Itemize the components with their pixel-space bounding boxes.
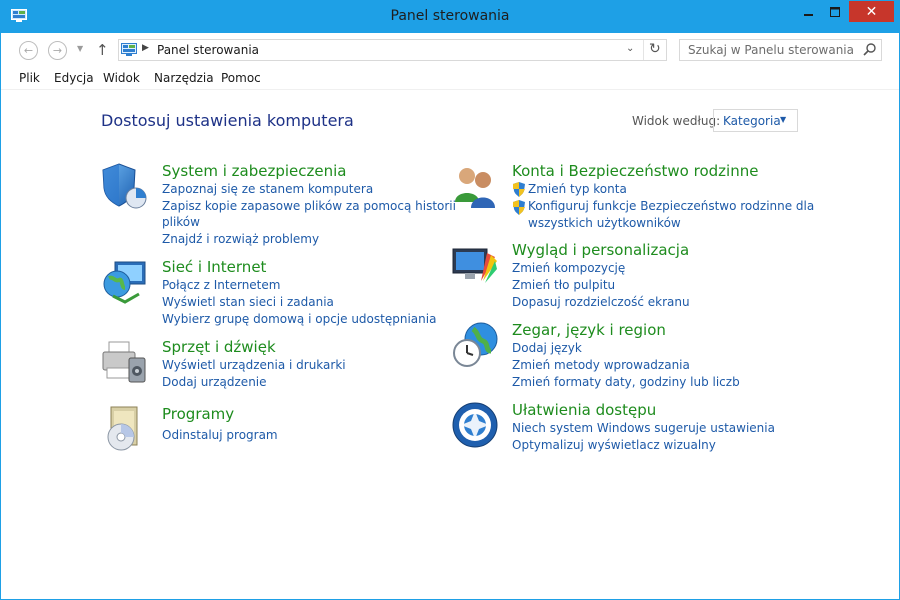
category-title[interactable]: Sprzęt i dźwięk xyxy=(162,338,276,356)
category-title[interactable]: Programy xyxy=(162,405,234,423)
category-link[interactable]: Wyświetl urządzenia i drukarki xyxy=(162,358,346,372)
category-link[interactable]: Optymalizuj wyświetlacz wizualny xyxy=(512,438,716,452)
category-link[interactable]: Zmień metody wprowadzania xyxy=(512,358,690,372)
address-bar[interactable]: ▶ Panel sterowania ⌄ ↻ xyxy=(118,39,667,61)
navigation-bar: ← → ▼ ↑ ▶ Panel sterowania ⌄ ↻ Szukaj w … xyxy=(1,33,899,67)
maximize-button[interactable] xyxy=(822,1,848,22)
printer-speaker-icon[interactable] xyxy=(101,338,149,386)
menu-bar: Plik Edycja Widok Narzędzia Pomoc xyxy=(1,67,899,90)
category-title[interactable]: Ułatwienia dostępu xyxy=(512,401,656,419)
category-link[interactable]: Wyświetl stan sieci i zadania xyxy=(162,295,334,309)
clock-globe-icon[interactable] xyxy=(451,321,499,369)
category-link[interactable]: Znajdź i rozwiąż problemy xyxy=(162,232,319,246)
category-link[interactable]: Zmień typ konta xyxy=(528,182,627,196)
search-input[interactable]: Szukaj w Panelu sterowania xyxy=(688,43,854,57)
page-title: Dostosuj ustawienia komputera xyxy=(101,111,354,130)
category-link[interactable]: Dodaj język xyxy=(512,341,582,355)
uac-shield-icon xyxy=(513,182,525,197)
category-link[interactable]: Zmień formaty daty, godziny lub liczb xyxy=(512,375,740,389)
category-link[interactable]: Zapisz kopie zapasowe plików za pomocą h… xyxy=(162,199,456,213)
control-panel-icon xyxy=(121,43,137,56)
users-icon[interactable] xyxy=(451,162,499,210)
uac-shield-icon xyxy=(513,200,525,215)
close-button[interactable]: ✕ xyxy=(849,1,894,22)
category-link[interactable]: Dopasuj rozdzielczość ekranu xyxy=(512,295,690,309)
category-link[interactable]: Zmień kompozycję xyxy=(512,261,625,275)
content-area: Dostosuj ustawienia komputera Widok wedł… xyxy=(1,90,899,599)
back-button[interactable]: ← xyxy=(19,41,38,60)
category-title[interactable]: Zegar, język i region xyxy=(512,321,666,339)
up-arrow-icon: ↑ xyxy=(96,41,109,59)
category-title[interactable]: Wygląd i personalizacja xyxy=(512,241,689,259)
category-link[interactable]: Odinstaluj program xyxy=(162,428,278,442)
recent-locations-dropdown[interactable]: ▼ xyxy=(77,44,83,53)
menu-help[interactable]: Pomoc xyxy=(221,71,261,85)
search-icon[interactable] xyxy=(863,42,877,56)
category-link[interactable]: Zapoznaj się ze stanem komputera xyxy=(162,182,373,196)
category-link[interactable]: Wybierz grupę domową i opcje udostępnian… xyxy=(162,312,436,326)
category-link[interactable]: plików xyxy=(162,215,200,229)
shield-icon[interactable] xyxy=(101,162,149,210)
close-icon: ✕ xyxy=(865,3,878,20)
forward-button[interactable]: → xyxy=(48,41,67,60)
title-bar[interactable]: Panel sterowania ✕ xyxy=(1,1,899,33)
view-by-dropdown[interactable]: Kategoria ▼ xyxy=(713,109,798,132)
forward-arrow-icon: → xyxy=(52,44,63,57)
category-title[interactable]: System i zabezpieczenia xyxy=(162,162,346,180)
monitor-palette-icon[interactable] xyxy=(451,241,499,289)
category-link[interactable]: Połącz z Internetem xyxy=(162,278,280,292)
programs-disc-icon[interactable] xyxy=(101,405,149,453)
menu-view[interactable]: Widok xyxy=(103,71,140,85)
view-by-label: Widok według: xyxy=(632,114,721,128)
refresh-icon[interactable]: ↻ xyxy=(649,41,661,57)
up-button[interactable]: ↑ xyxy=(96,41,109,59)
window-title: Panel sterowania xyxy=(390,8,510,24)
control-panel-window: Panel sterowania ✕ ← → ▼ ↑ ▶ Panel stero… xyxy=(0,0,900,600)
category-link[interactable]: Niech system Windows sugeruje ustawienia xyxy=(512,421,775,435)
network-globe-icon[interactable] xyxy=(101,258,149,306)
breadcrumb-path[interactable]: Panel sterowania xyxy=(157,43,259,57)
category-link[interactable]: wszystkich użytkowników xyxy=(528,216,681,230)
minimize-icon xyxy=(804,13,813,16)
menu-tools[interactable]: Narzędzia xyxy=(154,71,214,85)
category-link[interactable]: Zmień tło pulpitu xyxy=(512,278,615,292)
address-dropdown-icon[interactable]: ⌄ xyxy=(626,43,634,54)
address-divider xyxy=(643,40,644,60)
view-by-value[interactable]: Kategoria xyxy=(723,114,781,128)
category-link[interactable]: Konfiguruj funkcje Bezpieczeństwo rodzin… xyxy=(528,199,814,213)
breadcrumb-separator-icon[interactable]: ▶ xyxy=(142,43,149,53)
category-link[interactable]: Dodaj urządzenie xyxy=(162,375,267,389)
menu-file[interactable]: Plik xyxy=(19,71,40,85)
accessibility-icon[interactable] xyxy=(451,401,499,449)
minimize-button[interactable] xyxy=(796,1,822,22)
maximize-icon xyxy=(830,6,840,17)
category-title[interactable]: Sieć i Internet xyxy=(162,258,266,276)
chevron-down-icon: ▼ xyxy=(77,44,84,53)
back-arrow-icon: ← xyxy=(23,44,34,57)
menu-edit[interactable]: Edycja xyxy=(54,71,94,85)
category-title[interactable]: Konta i Bezpieczeństwo rodzinne xyxy=(512,162,758,180)
search-box[interactable]: Szukaj w Panelu sterowania xyxy=(679,39,882,61)
chevron-down-icon[interactable]: ▼ xyxy=(780,115,786,124)
